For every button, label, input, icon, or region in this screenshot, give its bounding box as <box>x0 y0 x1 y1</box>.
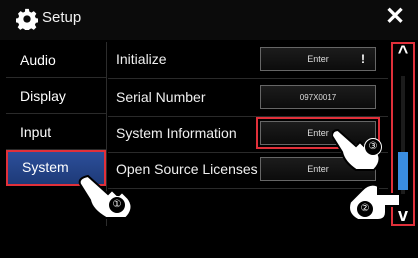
callout-2: ② <box>356 200 374 218</box>
alert-icon: ! <box>361 52 365 66</box>
row-label: Serial Number <box>116 89 206 105</box>
callout-1: ① <box>108 196 126 214</box>
hand-pointer-icon <box>344 180 402 224</box>
close-icon[interactable]: ✕ <box>385 4 405 30</box>
sidebar-item-label: Input <box>20 124 52 140</box>
chevron-up-icon[interactable]: ^ <box>393 42 413 63</box>
serial-number-value: 097X0017 <box>260 85 376 109</box>
button-label: Enter <box>307 164 329 174</box>
sidebar-item-label: System <box>22 159 69 175</box>
page-title: Setup <box>42 9 82 26</box>
sidebar-item-input[interactable]: Input <box>6 114 106 150</box>
row-label: Initialize <box>116 51 167 67</box>
row-label: System Information <box>116 125 237 141</box>
sidebar-item-label: Audio <box>20 52 56 68</box>
title-bar: Setup ✕ <box>0 0 418 40</box>
row-initialize: Initialize Enter ! <box>108 42 388 79</box>
initialize-enter-button[interactable]: Enter ! <box>260 47 376 71</box>
callout-3: ③ <box>364 138 382 156</box>
button-label: Enter <box>307 54 329 64</box>
row-serial-number: Serial Number 097X0017 <box>108 80 388 117</box>
hand-pointer-icon <box>78 170 140 222</box>
serial-number-text: 097X0017 <box>299 93 337 102</box>
button-label: Enter <box>307 128 329 138</box>
sidebar-item-label: Display <box>20 88 66 104</box>
sidebar-item-display[interactable]: Display <box>6 78 106 114</box>
sidebar-item-audio[interactable]: Audio <box>6 42 106 78</box>
gear-icon <box>16 8 38 30</box>
